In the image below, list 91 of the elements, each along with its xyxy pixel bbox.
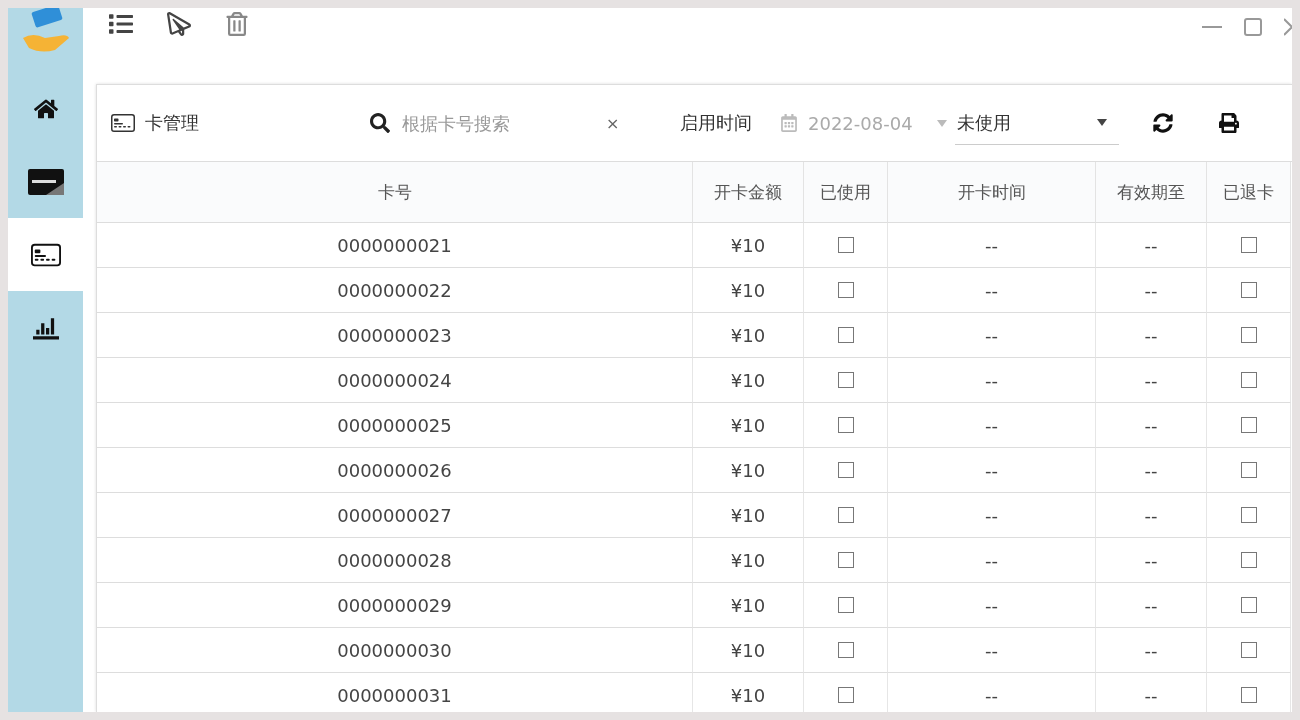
table-cell: ¥10 <box>693 673 804 712</box>
table-cell: ¥10 <box>693 223 804 268</box>
table-cell: ¥10 <box>693 448 804 493</box>
checkbox[interactable] <box>837 417 854 433</box>
checkbox[interactable] <box>837 507 854 523</box>
table-cell: ¥10 <box>693 538 804 583</box>
table-cell: 0000000029 <box>97 583 693 628</box>
checkbox[interactable] <box>1240 597 1257 613</box>
bank-card-icon <box>27 168 64 195</box>
table-cell: -- <box>888 403 1096 448</box>
checkbox[interactable] <box>1240 642 1257 658</box>
table-cell: 0000000026 <box>97 448 693 493</box>
trash-icon[interactable] <box>225 12 249 36</box>
checkbox[interactable] <box>1240 327 1257 343</box>
table-cell: -- <box>1096 583 1207 628</box>
date-label: 启用时间 <box>680 111 752 135</box>
table-cell: -- <box>888 358 1096 403</box>
checkbox[interactable] <box>837 552 854 568</box>
column-header: 已使用 <box>804 162 888 223</box>
credit-card-icon <box>111 111 135 135</box>
table-cell: 0000000027 <box>97 493 693 538</box>
table-cell: ¥10 <box>693 268 804 313</box>
caret-icon <box>1096 119 1107 126</box>
table-cell: -- <box>888 448 1096 493</box>
maximize-icon[interactable] <box>1244 18 1262 36</box>
table-cell: -- <box>1096 403 1207 448</box>
column-header: 已退卡 <box>1207 162 1291 223</box>
table-cell: -- <box>1096 313 1207 358</box>
column-header: 开卡金额 <box>693 162 804 223</box>
checkbox[interactable] <box>837 597 854 613</box>
checkbox[interactable] <box>1240 417 1257 433</box>
table-cell: -- <box>1096 538 1207 583</box>
sidebar-item[interactable] <box>8 218 83 291</box>
search-icon <box>370 113 390 133</box>
column-header: 卡号 <box>97 162 693 223</box>
checkbox[interactable] <box>837 327 854 343</box>
table-cell: 0000000028 <box>97 538 693 583</box>
table-cell: -- <box>888 538 1096 583</box>
table-cell: 0000000023 <box>97 313 693 358</box>
checkbox[interactable] <box>837 372 854 388</box>
table-cell: 0000000025 <box>97 403 693 448</box>
checkbox[interactable] <box>1240 552 1257 568</box>
table-cell: 0000000021 <box>97 223 693 268</box>
table-cell: -- <box>888 628 1096 673</box>
table-cell: -- <box>888 268 1096 313</box>
checkbox[interactable] <box>837 462 854 478</box>
table-cell: ¥10 <box>693 403 804 448</box>
column-header: 有效期至 <box>1096 162 1207 223</box>
table-cell: -- <box>888 493 1096 538</box>
minimize-icon[interactable] <box>1202 25 1222 29</box>
table-cell: 0000000031 <box>97 673 693 712</box>
table-cell: -- <box>888 313 1096 358</box>
table-cell: 0000000024 <box>97 358 693 403</box>
checkbox[interactable] <box>1240 372 1257 388</box>
calendar-icon <box>780 114 798 132</box>
table-cell: ¥10 <box>693 313 804 358</box>
clear-button[interactable]: × <box>606 113 620 133</box>
panel-title: 卡管理 <box>145 111 200 135</box>
column-header: 开卡时间 <box>888 162 1096 223</box>
table-cell: ¥10 <box>693 493 804 538</box>
print-icon[interactable] <box>1218 113 1239 133</box>
table-cell: -- <box>1096 268 1207 313</box>
list-icon[interactable] <box>109 12 133 36</box>
table-cell: -- <box>1096 448 1207 493</box>
table-cell: -- <box>888 673 1096 712</box>
table-cell: -- <box>888 223 1096 268</box>
table-cell: -- <box>1096 628 1207 673</box>
table-cell: 0000000022 <box>97 268 693 313</box>
checkbox[interactable] <box>1240 507 1257 523</box>
refresh-icon[interactable] <box>1152 113 1173 133</box>
close-icon[interactable] <box>1284 18 1292 36</box>
table-cell: -- <box>888 583 1096 628</box>
checkbox[interactable] <box>837 642 854 658</box>
checkbox[interactable] <box>1240 237 1257 253</box>
table-cell: -- <box>1096 223 1207 268</box>
table-cell: 0000000030 <box>97 628 693 673</box>
checkbox[interactable] <box>837 237 854 253</box>
checkbox[interactable] <box>1240 282 1257 298</box>
paper-plane-icon[interactable] <box>167 12 191 36</box>
status-select[interactable]: 未使用 <box>954 101 1119 145</box>
checkbox[interactable] <box>837 687 854 703</box>
checkbox[interactable] <box>837 282 854 298</box>
table-cell: ¥10 <box>693 358 804 403</box>
table-cell: -- <box>1096 358 1207 403</box>
table-cell: ¥10 <box>693 628 804 673</box>
checkbox[interactable] <box>1240 687 1257 703</box>
table-cell: -- <box>1096 493 1207 538</box>
table-cell: -- <box>1096 673 1207 712</box>
caret-icon <box>936 119 947 127</box>
table-cell: ¥10 <box>693 583 804 628</box>
checkbox[interactable] <box>1240 462 1257 478</box>
